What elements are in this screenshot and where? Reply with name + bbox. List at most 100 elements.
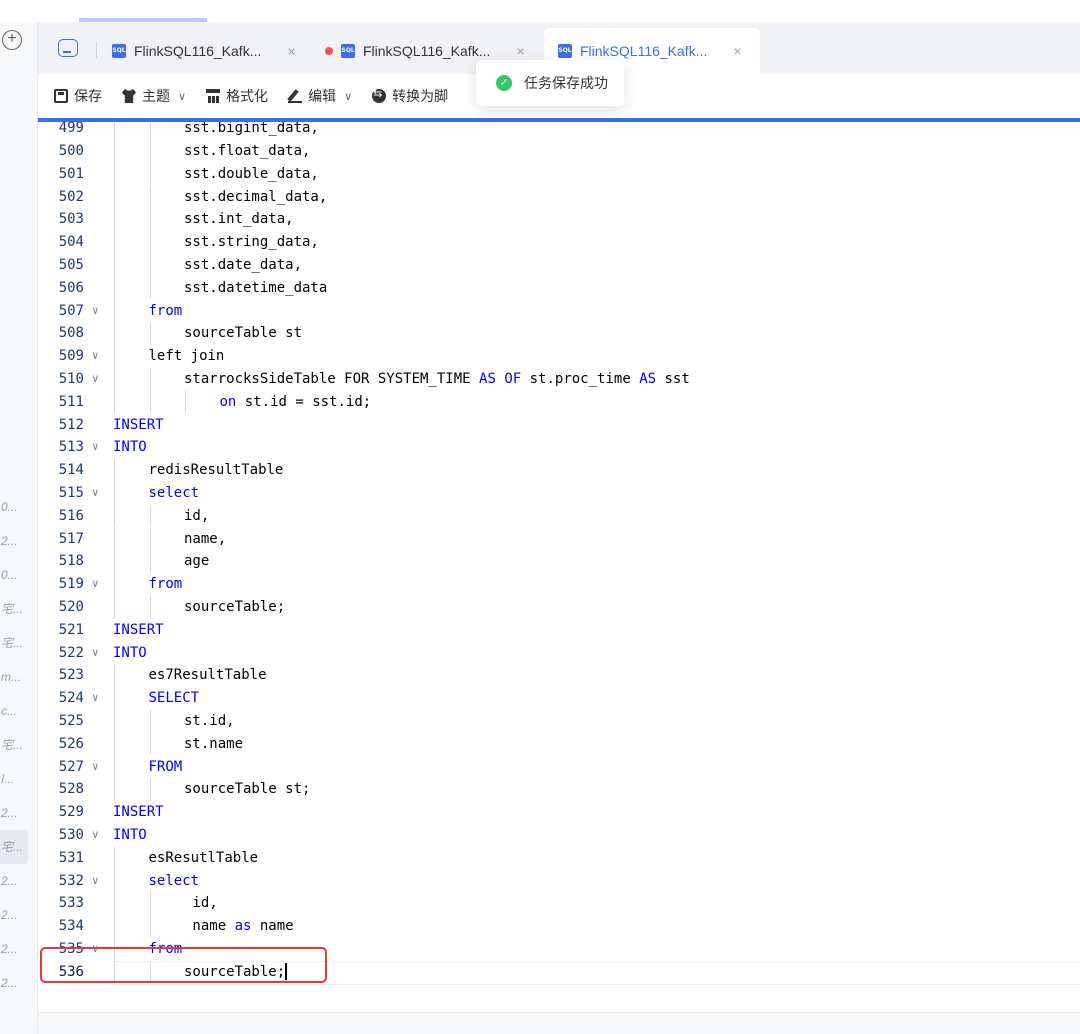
close-icon[interactable]: × [287, 43, 295, 59]
code-text: INTO [113, 642, 147, 665]
fold-chevron-icon[interactable]: ∨ [92, 642, 99, 665]
code-line[interactable]: 505 sst.date_data, [38, 253, 1080, 277]
sql-keyword: INSERT [113, 621, 164, 638]
code-line[interactable]: 532 ∨ select [38, 869, 1080, 893]
sql-keyword: from [148, 576, 183, 593]
save-button[interactable]: 保存 [54, 86, 102, 106]
code-line[interactable]: 524 ∨ SELECT [38, 687, 1080, 710]
fold-chevron-icon[interactable]: ∨ [92, 436, 99, 459]
code-text: on st.id = sst.id; [220, 391, 372, 414]
code-token: st.id = sst.id; [236, 393, 372, 410]
sidebar-item[interactable]: m... [0, 660, 38, 694]
code-line[interactable]: 500 sst.float_data, [38, 139, 1080, 163]
code-line[interactable]: 523 es7ResultTable [38, 664, 1080, 688]
sidebar-item[interactable]: 2... [0, 796, 38, 830]
code-line[interactable]: 502 sst.decimal_data, [38, 185, 1080, 209]
sidebar-item[interactable]: 0... [0, 558, 38, 592]
fold-chevron-icon[interactable]: ∨ [92, 687, 99, 710]
code-line[interactable]: 527 ∨ FROM [38, 755, 1080, 779]
sidebar-item[interactable]: 宅... [0, 830, 28, 864]
edit-dropdown[interactable]: 编辑 ∨ [288, 86, 352, 106]
indent-guide [114, 504, 115, 528]
format-button[interactable]: 格式化 [206, 86, 268, 106]
code-line[interactable]: 510 ∨ starrocksSideTable FOR SYSTEM_TIME A… [38, 367, 1080, 391]
code-token: starrocksSideTable FOR SYSTEM_TIME [184, 370, 480, 387]
code-line[interactable]: 521 INSERT [38, 619, 1080, 642]
fold-chevron-icon[interactable]: ∨ [92, 368, 99, 391]
code-line[interactable]: 518 age [38, 550, 1080, 574]
sidebar-item[interactable]: 2... [0, 966, 38, 1000]
code-line[interactable]: 501 sst.double_data, [38, 162, 1080, 186]
code-line[interactable]: 503 sst.int_data, [38, 208, 1080, 232]
close-icon[interactable]: × [516, 43, 524, 59]
line-number: 527 [58, 758, 84, 775]
code-line[interactable]: 509 ∨ left join [38, 345, 1080, 368]
sidebar-item[interactable]: 宅... [0, 728, 38, 762]
fold-chevron-icon[interactable]: ∨ [92, 573, 99, 596]
sidebar-item[interactable]: 2... [0, 898, 38, 932]
fold-chevron-icon[interactable]: ∨ [92, 300, 99, 323]
code-token: st.proc_time [521, 370, 640, 387]
fold-chevron-icon[interactable]: ∨ [92, 824, 99, 847]
fold-chevron-icon[interactable]: ∨ [92, 482, 99, 505]
code-line[interactable]: 513 ∨ INTO [38, 436, 1080, 459]
code-text: age [184, 550, 209, 573]
sql-code-editor[interactable]: 499 sst.bigint_data, 500 sst.float_data, 501… [38, 122, 1080, 1012]
indent-guide [114, 162, 115, 186]
tab-flinksql-1[interactable]: SQL FlinkSQL116_Kafk... × [112, 28, 296, 74]
fold-chevron-icon[interactable]: ∨ [92, 756, 99, 779]
line-number: 515 [58, 484, 84, 501]
indent-guide [114, 778, 115, 802]
code-line[interactable]: 533 id, [38, 892, 1080, 916]
code-line[interactable]: 525 st.id, [38, 709, 1080, 733]
code-line[interactable]: 526 st.name [38, 732, 1080, 756]
code-line[interactable]: 517 name, [38, 527, 1080, 551]
code-line[interactable]: 534 name as name [38, 915, 1080, 938]
home-icon[interactable] [58, 39, 78, 57]
sidebar-item[interactable]: 宅... [0, 592, 38, 626]
sidebar-item[interactable]: 2... [0, 864, 38, 898]
convert-icon [372, 87, 387, 103]
code-line[interactable]: 511 on st.id = sst.id; [38, 390, 1080, 414]
code-line[interactable]: 506 sst.datetime_data [38, 276, 1080, 300]
code-text: id, [184, 892, 217, 915]
code-token: left join [148, 348, 225, 365]
code-line[interactable]: 515 ∨ select [38, 481, 1080, 505]
toast-message: 任务保存成功 [524, 75, 608, 91]
sql-keyword: SELECT [148, 690, 200, 707]
code-line[interactable]: 519 ∨ from [38, 573, 1080, 596]
sidebar-item[interactable]: 宅... [0, 626, 38, 660]
sidebar-item[interactable]: 0... [0, 490, 38, 524]
code-line[interactable]: 530 ∨ INTO [38, 824, 1080, 847]
code-line[interactable]: 514 redisResultTable [38, 459, 1080, 482]
code-token: st.name [184, 735, 244, 752]
fold-chevron-icon[interactable]: ∨ [92, 345, 99, 368]
code-line[interactable]: 508 sourceTable st [38, 322, 1080, 346]
sidebar-item[interactable]: c... [0, 694, 38, 728]
code-line[interactable]: 528 sourceTable st; [38, 778, 1080, 802]
code-line[interactable]: 531 esResutlTable [38, 846, 1080, 870]
close-icon[interactable]: × [733, 43, 741, 59]
code-line[interactable]: 504 sst.string_data, [38, 231, 1080, 254]
code-line[interactable]: 512 INSERT [38, 414, 1080, 437]
code-line[interactable]: 499 sst.bigint_data, [38, 122, 1080, 140]
convert-to-script-button[interactable]: 转换为脚 [372, 86, 448, 106]
sidebar-item[interactable]: 2... [0, 932, 38, 966]
code-line[interactable]: 507 ∨ from [38, 299, 1080, 323]
indent-guide [149, 892, 151, 916]
add-icon[interactable]: + [2, 30, 22, 50]
sql-keyword: INTO [113, 826, 147, 843]
theme-dropdown[interactable]: 主题 ∨ [122, 86, 186, 106]
code-text: sst.decimal_data, [184, 186, 327, 209]
code-line[interactable]: 516 id, [38, 504, 1080, 528]
sql-keyword: INSERT [113, 804, 164, 821]
status-bar [38, 1012, 1080, 1034]
code-line[interactable]: 520 sourceTable; [38, 595, 1080, 619]
code-line[interactable]: 522 ∨ INTO [38, 642, 1080, 665]
sql-file-icon: SQL [341, 44, 355, 58]
fold-chevron-icon[interactable]: ∨ [92, 870, 99, 893]
sidebar-item[interactable]: 2... [0, 524, 38, 558]
code-line[interactable]: 529 INSERT [38, 801, 1080, 824]
indent-guide [114, 322, 115, 346]
sidebar-item[interactable]: I... [0, 762, 38, 796]
